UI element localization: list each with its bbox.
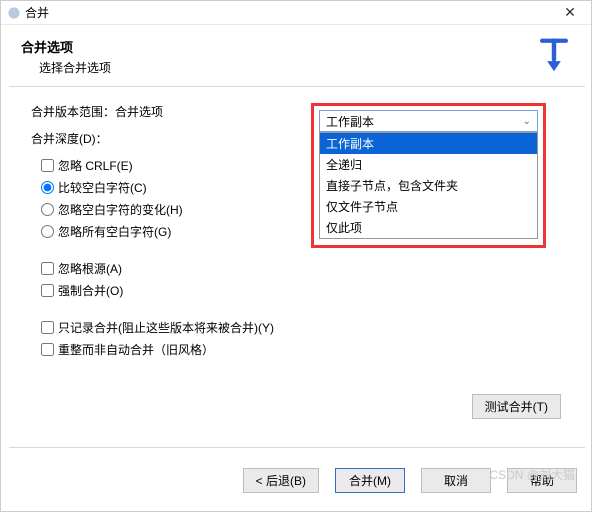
ignore-ancestry-checkbox[interactable]: 忽略根源(A) <box>41 260 561 277</box>
dialog-window: 合并 ✕ 合并选项 选择合并选项 合并版本范围：合并选项 合并深度(D)： 工作… <box>0 0 592 512</box>
checkbox-input[interactable] <box>41 343 54 356</box>
window-title: 合并 <box>25 4 555 21</box>
checkbox-label: 只记录合并(阻止这些版本将来被合并)(Y) <box>58 319 274 336</box>
checkbox-input[interactable] <box>41 284 54 297</box>
depth-dropdown-highlight: 工作副本 ⌄ 工作副本 全递归 直接子节点，包含文件夹 仅文件子节点 仅此项 <box>311 103 546 248</box>
depth-combobox[interactable]: 工作副本 ⌄ <box>319 110 538 132</box>
depth-option[interactable]: 全递归 <box>320 154 537 175</box>
test-merge-button[interactable]: 测试合并(T) <box>472 394 561 419</box>
checkbox-label: 重整而非自动合并（旧风格） <box>58 341 214 358</box>
force-merge-checkbox[interactable]: 强制合并(O) <box>41 282 561 299</box>
page-title: 合并选项 <box>21 37 537 56</box>
footer: < 后退(B) 合并(M) 取消 帮助 <box>1 458 591 493</box>
radio-input[interactable] <box>41 225 54 238</box>
page-subtitle: 选择合并选项 <box>39 59 537 76</box>
checkbox-label: 忽略 CRLF(E) <box>58 157 133 174</box>
cancel-button[interactable]: 取消 <box>421 468 491 493</box>
depth-option[interactable]: 仅此项 <box>320 217 537 238</box>
range-label: 合并版本范围：合并选项 <box>31 103 163 120</box>
back-button[interactable]: < 后退(B) <box>243 468 319 493</box>
content: 合并版本范围：合并选项 合并深度(D)： 工作副本 ⌄ 工作副本 全递归 直接子… <box>1 87 591 431</box>
depth-option[interactable]: 工作副本 <box>320 133 537 154</box>
radio-label: 忽略所有空白字符(G) <box>58 223 171 240</box>
close-icon[interactable]: ✕ <box>555 4 585 21</box>
depth-dropdown-list[interactable]: 工作副本 全递归 直接子节点，包含文件夹 仅文件子节点 仅此项 <box>319 132 538 239</box>
help-button[interactable]: 帮助 <box>507 468 577 493</box>
radio-input[interactable] <box>41 203 54 216</box>
depth-option[interactable]: 直接子节点，包含文件夹 <box>320 175 537 196</box>
app-icon <box>7 6 21 20</box>
depth-label: 合并深度(D)： <box>31 130 311 147</box>
checkbox-input[interactable] <box>41 159 54 172</box>
depth-selected: 工作副本 <box>326 113 374 130</box>
titlebar: 合并 ✕ <box>1 1 591 25</box>
checkbox-input[interactable] <box>41 262 54 275</box>
divider <box>9 447 585 448</box>
merge-logo-icon <box>537 37 571 75</box>
header: 合并选项 选择合并选项 <box>1 25 591 86</box>
checkbox-input[interactable] <box>41 321 54 334</box>
depth-option[interactable]: 仅文件子节点 <box>320 196 537 217</box>
merge-button[interactable]: 合并(M) <box>335 468 405 493</box>
record-only-checkbox[interactable]: 只记录合并(阻止这些版本将来被合并)(Y) <box>41 319 561 336</box>
chevron-down-icon: ⌄ <box>523 116 531 127</box>
radio-label: 比较空白字符(C) <box>58 179 147 196</box>
radio-input[interactable] <box>41 181 54 194</box>
checkbox-label: 强制合并(O) <box>58 282 123 299</box>
checkbox-label: 忽略根源(A) <box>58 260 122 277</box>
reintegrate-checkbox[interactable]: 重整而非自动合并（旧风格） <box>41 341 561 358</box>
radio-label: 忽略空白字符的变化(H) <box>58 201 183 218</box>
